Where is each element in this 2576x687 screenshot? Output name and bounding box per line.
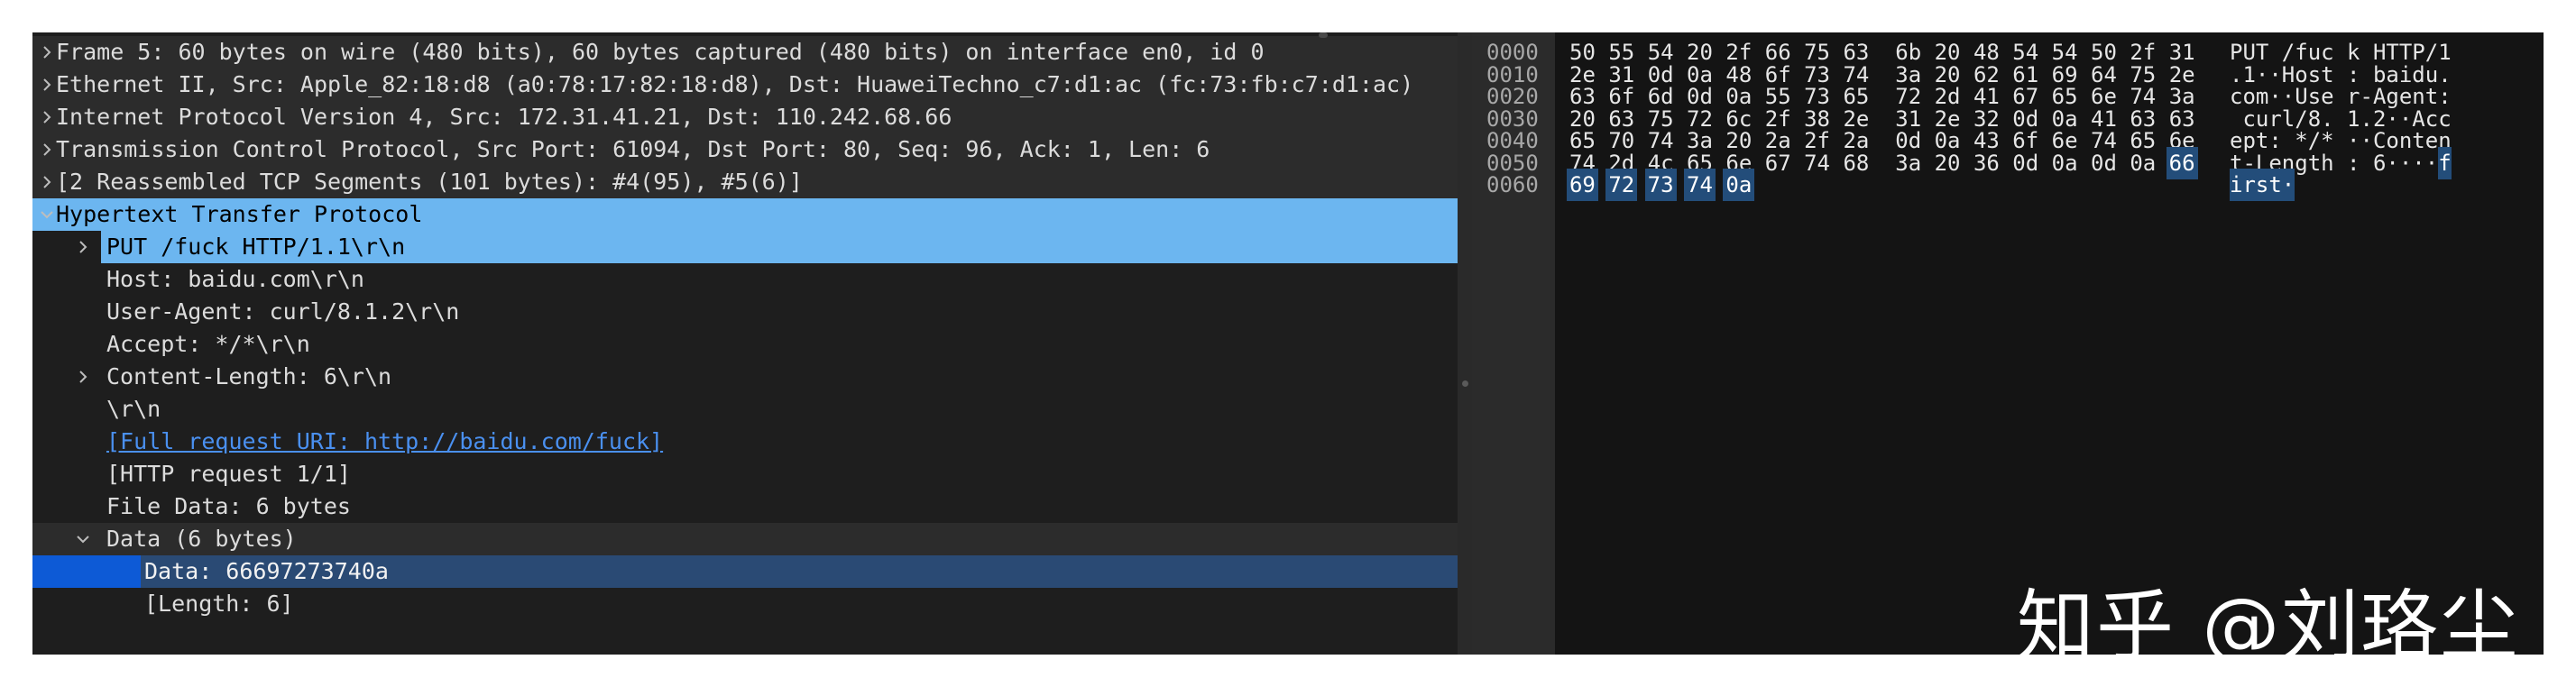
tree-row-label: Data (6 bytes)	[106, 526, 297, 552]
tree-row[interactable]: Data: 66697273740a	[32, 555, 1458, 588]
tree-row-label: Ethernet II, Src: Apple_82:18:d8 (a0:78:…	[56, 71, 1414, 97]
tree-row-label: Internet Protocol Version 4, Src: 172.31…	[56, 104, 952, 130]
tree-row-label: [Length: 6]	[144, 591, 294, 617]
ascii-char[interactable]: r	[2242, 169, 2256, 201]
hex-byte[interactable]: 72	[1605, 169, 1638, 201]
tree-row[interactable]: Host: baidu.com\r\n	[32, 263, 1458, 296]
tree-row[interactable]: Ethernet II, Src: Apple_82:18:d8 (a0:78:…	[32, 69, 1458, 101]
byte-offset: 0060	[1486, 172, 1539, 197]
tree-row[interactable]: Content-Length: 6\r\n	[32, 361, 1458, 393]
pane-splitter[interactable]	[1458, 32, 1472, 655]
wireshark-window: Frame 5: 60 bytes on wire (480 bits), 60…	[32, 32, 2544, 655]
ascii-char[interactable]: s	[2255, 169, 2268, 201]
tree-row[interactable]: Internet Protocol Version 4, Src: 172.31…	[32, 101, 1458, 133]
chevron-right-icon[interactable]	[74, 231, 92, 263]
tree-row-label: [2 Reassembled TCP Segments (101 bytes):…	[56, 169, 803, 195]
tree-row[interactable]: Data (6 bytes)	[32, 523, 1458, 555]
tree-row[interactable]: [2 Reassembled TCP Segments (101 bytes):…	[32, 166, 1458, 198]
zhihu-watermark: 知乎 @刘珞尘	[2017, 582, 2520, 655]
tree-row-label: User-Agent: curl/8.1.2\r\n	[106, 298, 460, 325]
tree-row-label: \r\n	[106, 396, 161, 422]
hex-row: 69 72 73 74 0a	[1567, 169, 2183, 201]
hex-byte[interactable]: 74	[1684, 169, 1716, 201]
ascii-row: i r s t ·	[2230, 169, 2536, 201]
pane-resize-grip[interactable]	[1319, 32, 1328, 38]
chevron-right-icon[interactable]	[38, 166, 56, 198]
hex-byte[interactable]: 69	[1567, 169, 1598, 201]
ascii-char[interactable]: t	[2268, 169, 2282, 201]
tree-row-label: Content-Length: 6\r\n	[106, 363, 392, 389]
tree-row-label: [HTTP request 1/1]	[106, 461, 351, 487]
hex-byte[interactable]: 73	[1644, 169, 1677, 201]
chevron-down-icon[interactable]	[74, 523, 92, 555]
chevron-right-icon[interactable]	[74, 361, 92, 393]
tree-row[interactable]: Frame 5: 60 bytes on wire (480 bits), 60…	[32, 36, 1458, 69]
chevron-down-icon[interactable]	[38, 198, 56, 231]
ascii-char[interactable]: ·	[2281, 169, 2295, 201]
chevron-right-icon[interactable]	[38, 101, 56, 133]
ascii-char[interactable]: i	[2230, 169, 2242, 201]
tree-row[interactable]: [Length: 6]	[32, 588, 1458, 620]
splitter-grip-icon[interactable]	[1462, 380, 1468, 387]
tree-row[interactable]: Hypertext Transfer Protocol	[32, 198, 1458, 231]
tree-row-label: File Data: 6 bytes	[106, 493, 351, 519]
tree-row-label: Frame 5: 60 bytes on wire (480 bits), 60…	[56, 39, 1265, 65]
tree-row-label: Accept: */*\r\n	[106, 331, 310, 357]
tree-row[interactable]: [Full request URI: http://baidu.com/fuck…	[32, 426, 1458, 458]
tree-row-label: Hypertext Transfer Protocol	[56, 201, 423, 227]
tree-row-label: Transmission Control Protocol, Src Port:…	[56, 136, 1210, 162]
packet-bytes-pane[interactable]: 0000 0010 0020 0030 0040 0050 0060 50 55 54 20 2f 6…	[1472, 32, 2544, 655]
tree-row-label: Data: 66697273740a	[144, 558, 389, 584]
packet-details-tree[interactable]: Frame 5: 60 bytes on wire (480 bits), 60…	[32, 32, 1458, 655]
tree-row-label: Host: baidu.com\r\n	[106, 266, 364, 292]
request-uri-link[interactable]: [Full request URI: http://baidu.com/fuck…	[106, 426, 663, 458]
tree-row[interactable]: \r\n	[32, 393, 1458, 426]
tree-row[interactable]: Accept: */*\r\n	[32, 328, 1458, 361]
tree-row-label: PUT /fuck HTTP/1.1\r\n	[106, 234, 406, 260]
tree-row[interactable]: [HTTP request 1/1]	[32, 458, 1458, 490]
hex-byte[interactable]: 0a	[1723, 169, 1755, 201]
tree-row[interactable]: File Data: 6 bytes	[32, 490, 1458, 523]
chevron-right-icon[interactable]	[38, 69, 56, 101]
tree-row[interactable]: PUT /fuck HTTP/1.1\r\n	[32, 231, 1458, 263]
chevron-right-icon[interactable]	[38, 133, 56, 166]
byte-offset-column: 0000 0010 0020 0030 0040 0050 0060	[1472, 32, 1555, 655]
tree-row[interactable]: User-Agent: curl/8.1.2\r\n	[32, 296, 1458, 328]
tree-row[interactable]: Transmission Control Protocol, Src Port:…	[32, 133, 1458, 166]
chevron-right-icon[interactable]	[38, 36, 56, 69]
